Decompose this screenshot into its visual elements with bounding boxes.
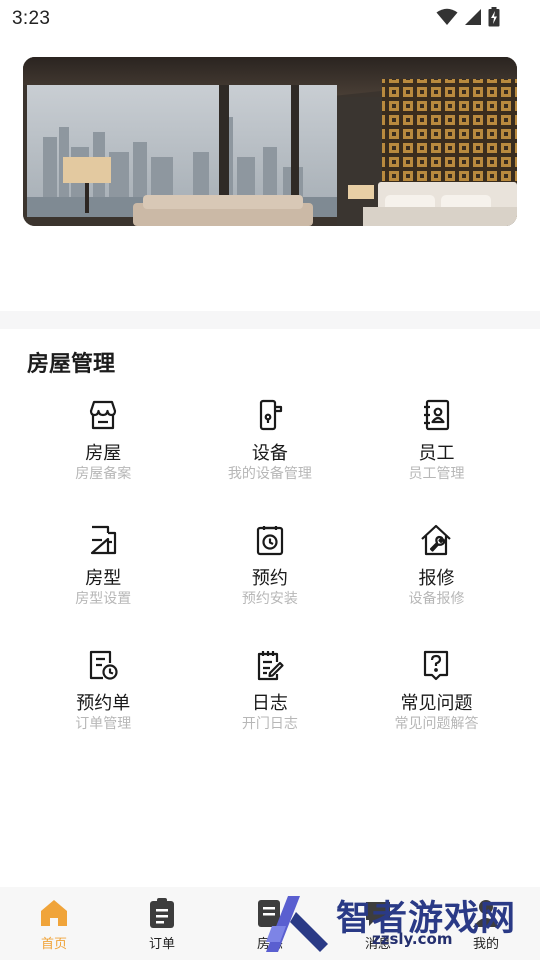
grid-label: 报修 xyxy=(418,568,455,589)
room-status-icon xyxy=(258,900,280,927)
bottom-tab-bar: 首页 订单 房态 消息 我的 xyxy=(0,887,540,960)
grid-item-appointment[interactable]: 预约 预约安装 xyxy=(187,523,354,648)
status-icons xyxy=(436,7,500,27)
tab-label: 消息 xyxy=(364,937,391,952)
grid-label: 常见问题 xyxy=(400,693,473,714)
tab-room-status[interactable]: 房态 xyxy=(216,887,324,960)
grid-label: 预约单 xyxy=(76,693,131,714)
grid-label: 员工 xyxy=(418,443,455,464)
wifi-icon xyxy=(436,8,458,25)
grid-item-room-type[interactable]: 房型 房型设置 xyxy=(20,523,187,648)
grid-label: 房屋 xyxy=(85,443,122,464)
document-clock-icon xyxy=(90,650,118,680)
tab-home[interactable]: 首页 xyxy=(0,887,108,960)
home-icon xyxy=(41,900,67,926)
contact-book-icon xyxy=(424,399,450,431)
grid-sublabel: 预约安装 xyxy=(241,591,298,607)
grid-sublabel: 员工管理 xyxy=(408,466,465,482)
tab-messages[interactable]: 消息 xyxy=(324,887,432,960)
grid-item-log[interactable]: 日志 开门日志 xyxy=(187,648,354,773)
tab-label: 我的 xyxy=(472,937,499,952)
grid-row: 房屋 房屋备案 设备 我的设备管理 员工 员工管理 xyxy=(20,398,520,523)
tab-label: 首页 xyxy=(40,937,67,952)
grid-item-faq[interactable]: 常见问题 常见问题解答 xyxy=(353,648,520,773)
grid-item-order[interactable]: 预约单 订单管理 xyxy=(20,648,187,773)
grid-sublabel: 开门日志 xyxy=(241,716,298,732)
grid-item-repair[interactable]: 报修 设备报修 xyxy=(353,523,520,648)
grid-sublabel: 订单管理 xyxy=(75,716,132,732)
appointment-clock-icon xyxy=(256,526,283,556)
door-lock-icon xyxy=(259,399,282,431)
profile-icon xyxy=(473,900,499,927)
grid-sublabel: 房屋备案 xyxy=(75,466,132,482)
grid-label: 日志 xyxy=(251,693,288,714)
tab-label: 房态 xyxy=(256,937,283,952)
grid-sublabel: 房型设置 xyxy=(75,591,132,607)
notepad-edit-icon xyxy=(257,651,284,681)
grid-label: 预约 xyxy=(251,568,288,589)
grid-sublabel: 常见问题解答 xyxy=(394,716,479,732)
grid-sublabel: 设备报修 xyxy=(408,591,465,607)
signal-icon xyxy=(465,9,481,25)
message-icon xyxy=(366,902,390,926)
grid-item-staff[interactable]: 员工 员工管理 xyxy=(353,398,520,523)
grid-row: 预约单 订单管理 日志 开门日志 常见问题 常见问题解答 xyxy=(20,648,520,773)
store-icon xyxy=(90,400,117,430)
tab-profile[interactable]: 我的 xyxy=(432,887,540,960)
banner-image[interactable] xyxy=(23,57,517,226)
grid-label: 设备 xyxy=(251,443,288,464)
tab-label: 订单 xyxy=(148,937,175,952)
clipboard-icon xyxy=(150,898,174,928)
status-time: 3:23 xyxy=(12,8,51,29)
hotel-room-illustration xyxy=(23,57,517,226)
floor-plan-icon xyxy=(91,525,117,555)
grid-label: 房型 xyxy=(85,568,122,589)
section-divider xyxy=(0,311,540,329)
battery-charging-icon xyxy=(488,7,500,27)
grid-item-house[interactable]: 房屋 房屋备案 xyxy=(20,398,187,523)
section-title: 房屋管理 xyxy=(27,352,116,377)
tab-orders[interactable]: 订单 xyxy=(108,887,216,960)
grid-item-device[interactable]: 设备 我的设备管理 xyxy=(187,398,354,523)
feature-grid: 房屋 房屋备案 设备 我的设备管理 员工 员工管理 房型 房型设置 预约 预约安… xyxy=(20,398,520,773)
grid-sublabel: 我的设备管理 xyxy=(227,466,312,482)
status-bar: 3:23 xyxy=(0,0,540,38)
grid-row: 房型 房型设置 预约 预约安装 报修 设备报修 xyxy=(20,523,520,648)
repair-wrench-icon xyxy=(421,524,452,556)
question-icon xyxy=(424,650,449,681)
